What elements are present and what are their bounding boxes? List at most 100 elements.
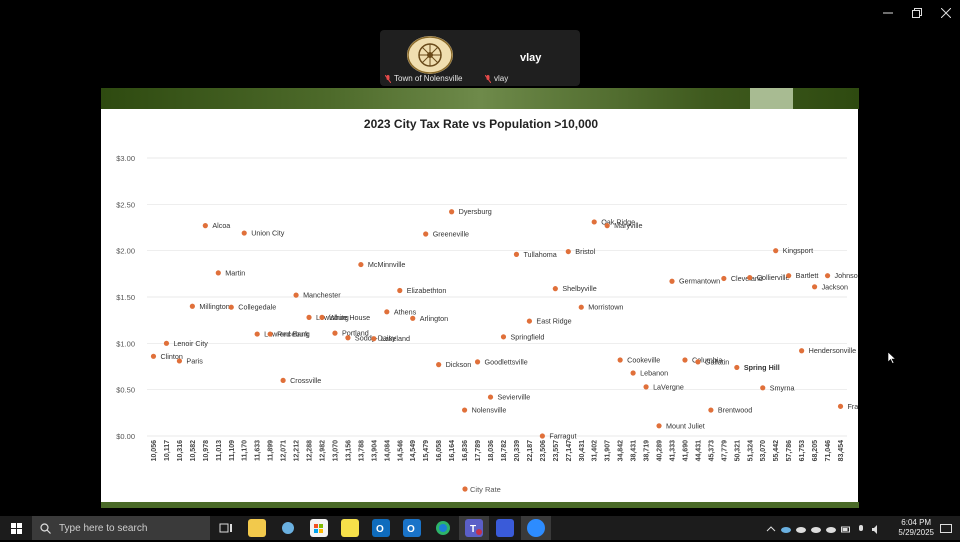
x-tick-label: 16,164 <box>449 440 456 462</box>
x-tick-label: 23,557 <box>553 440 560 462</box>
data-label: Goodlettsville <box>485 357 528 366</box>
data-point <box>773 248 779 254</box>
x-tick-label: 10,978 <box>203 440 210 462</box>
onedrive-icon-2[interactable] <box>796 522 806 533</box>
zoom-icon[interactable] <box>527 519 545 537</box>
data-point <box>423 231 429 237</box>
x-tick-label: 16,836 <box>462 440 469 462</box>
participant-display-name: vlay <box>520 52 542 64</box>
data-label: Smyrna <box>770 383 795 392</box>
data-label: Spring Hill <box>744 363 780 372</box>
sticky-notes-icon[interactable] <box>341 519 359 537</box>
x-tick-label: 10,056 <box>151 440 158 462</box>
data-point <box>656 423 662 429</box>
data-point <box>487 394 494 400</box>
app-icon-snipping[interactable] <box>279 519 297 537</box>
data-point <box>630 370 636 376</box>
data-label: East Ridge <box>536 317 571 326</box>
x-tick-label: 55,442 <box>773 440 780 462</box>
minimize-button[interactable] <box>873 0 902 26</box>
teams-icon[interactable]: T <box>465 519 483 537</box>
data-label: Cookeville <box>627 356 660 365</box>
mail-icon[interactable]: O <box>403 519 421 537</box>
x-tick-label: 10,117 <box>164 440 171 461</box>
app-icon-video[interactable] <box>496 519 514 537</box>
x-tick-label: 13,788 <box>358 440 365 462</box>
data-label: Athens <box>394 307 417 316</box>
close-button[interactable] <box>931 0 960 26</box>
window-controls <box>873 0 960 26</box>
data-point <box>384 309 390 315</box>
task-view-icon[interactable] <box>217 519 235 537</box>
data-point <box>708 407 714 413</box>
x-tick-label: 12,212 <box>294 440 301 462</box>
volume-icon[interactable] <box>871 522 881 534</box>
x-tick-label: 68,205 <box>812 440 819 462</box>
data-point <box>682 357 688 363</box>
data-point <box>565 248 571 255</box>
y-tick-label: $3.00 <box>116 154 135 163</box>
data-label: Sevierville <box>498 393 531 402</box>
data-point <box>202 223 208 229</box>
data-point <box>591 219 597 225</box>
x-tick-label: 12,288 <box>307 440 314 462</box>
microsoft-store-icon[interactable] <box>310 519 328 537</box>
legend-label: City Rate <box>470 485 501 494</box>
data-label: Elizabethton <box>407 286 447 295</box>
data-point <box>410 315 416 321</box>
data-label: Millington <box>199 302 229 311</box>
file-explorer-icon[interactable] <box>248 519 266 537</box>
data-point <box>786 273 792 279</box>
x-tick-label: 27,147 <box>566 440 573 462</box>
data-point <box>332 330 338 336</box>
x-tick-label: 11,170 <box>242 440 249 461</box>
restore-button[interactable] <box>902 0 931 26</box>
onedrive-icon-4[interactable] <box>826 522 836 533</box>
x-tick-label: 14,084 <box>384 440 391 462</box>
data-label: Tullahoma <box>523 250 556 259</box>
edge-browser-icon[interactable] <box>434 519 452 537</box>
svg-text:O: O <box>407 524 415 535</box>
x-tick-label: 13,070 <box>332 440 339 462</box>
notifications-icon[interactable] <box>940 522 952 540</box>
x-tick-label: 22,187 <box>527 440 534 462</box>
onedrive-icon-3[interactable] <box>811 522 821 533</box>
data-label: Hendersonville <box>809 346 857 355</box>
data-point <box>241 230 247 236</box>
data-label: Manchester <box>303 291 341 300</box>
taskbar-search-box[interactable]: Type here to search <box>32 516 210 540</box>
x-tick-label: 34,842 <box>618 440 625 462</box>
chevron-up-icon[interactable] <box>766 522 776 533</box>
microphone-icon[interactable] <box>856 522 866 533</box>
x-tick-label: 40,289 <box>657 440 664 462</box>
battery-icon[interactable] <box>841 522 851 533</box>
close-icon <box>940 8 951 18</box>
data-point <box>811 284 818 290</box>
clock-date: 5/29/2025 <box>898 528 934 537</box>
data-label: Brentwood <box>718 406 752 415</box>
legend-marker <box>462 486 468 492</box>
data-point <box>293 292 299 298</box>
participant-label: vlay <box>485 74 508 83</box>
x-tick-label: 11,013 <box>216 440 223 461</box>
data-point <box>358 261 364 268</box>
data-label: Lebanon <box>640 368 668 377</box>
data-point <box>189 303 195 309</box>
participant-tile-nolensville[interactable]: Town of Nolensville <box>380 30 480 86</box>
start-button[interactable] <box>0 516 32 540</box>
y-tick-label: $1.50 <box>116 293 135 302</box>
taskbar-clock[interactable]: 6:04 PM 5/29/2025 <box>898 518 934 538</box>
data-point <box>371 336 377 342</box>
data-point <box>721 275 727 282</box>
data-label: White House <box>329 313 370 322</box>
data-point <box>578 304 584 310</box>
x-tick-label: 16,058 <box>436 440 443 462</box>
outlook-icon[interactable]: O <box>372 519 390 537</box>
onedrive-icon[interactable] <box>781 522 791 533</box>
y-tick-label: $0.00 <box>116 432 135 441</box>
x-tick-label: 61,753 <box>799 440 806 462</box>
participant-tile-vlay[interactable]: vlay vlay <box>480 30 580 86</box>
participant-label: Town of Nolensville <box>385 74 462 83</box>
x-tick-label: 17,789 <box>475 440 482 462</box>
data-label: Mount Juliet <box>666 421 705 430</box>
